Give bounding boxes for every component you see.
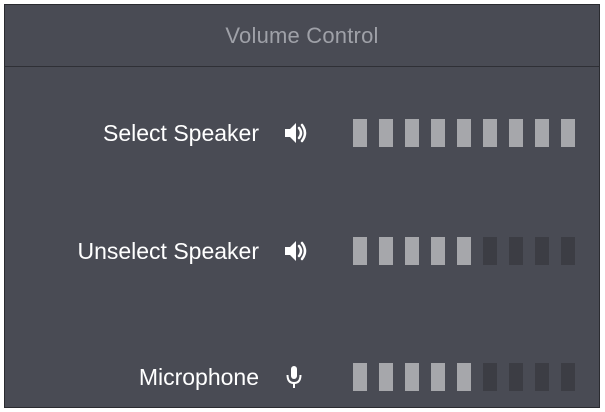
level-segment-filled[interactable] — [457, 363, 471, 391]
row-label: Select Speaker — [103, 120, 259, 146]
level-segment-filled[interactable] — [353, 119, 367, 147]
level-segment-filled[interactable] — [405, 237, 419, 265]
level-segment-empty[interactable] — [509, 237, 523, 265]
level-segment-filled[interactable] — [431, 119, 445, 147]
volume-level-slider[interactable] — [353, 363, 585, 391]
level-segment-filled[interactable] — [379, 119, 393, 147]
volume-row-microphone: Microphone — [5, 357, 599, 397]
volume-control-window: Volume Control Select Speaker Unselect S… — [4, 4, 600, 408]
level-segment-empty[interactable] — [535, 237, 549, 265]
level-segment-filled[interactable] — [405, 119, 419, 147]
speaker-icon[interactable] — [277, 119, 311, 147]
volume-row-unselect-speaker: Unselect Speaker — [5, 231, 599, 271]
volume-row-select-speaker: Select Speaker — [5, 113, 599, 153]
row-label: Unselect Speaker — [77, 238, 259, 264]
level-segment-filled[interactable] — [405, 363, 419, 391]
window-title: Volume Control — [225, 22, 379, 48]
level-segment-empty[interactable] — [561, 363, 575, 391]
level-segment-filled[interactable] — [483, 119, 497, 147]
level-segment-filled[interactable] — [431, 363, 445, 391]
level-segment-empty[interactable] — [535, 363, 549, 391]
level-segment-empty[interactable] — [561, 237, 575, 265]
window-header: Volume Control — [5, 5, 599, 67]
level-segment-filled[interactable] — [457, 119, 471, 147]
level-segment-empty[interactable] — [483, 237, 497, 265]
level-segment-filled[interactable] — [353, 237, 367, 265]
level-segment-empty[interactable] — [509, 363, 523, 391]
level-segment-empty[interactable] — [483, 363, 497, 391]
level-segment-filled[interactable] — [457, 237, 471, 265]
level-segment-filled[interactable] — [353, 363, 367, 391]
level-segment-filled[interactable] — [561, 119, 575, 147]
speaker-icon[interactable] — [277, 237, 311, 265]
level-segment-filled[interactable] — [431, 237, 445, 265]
row-label: Microphone — [138, 364, 259, 390]
level-segment-filled[interactable] — [379, 363, 393, 391]
level-segment-filled[interactable] — [509, 119, 523, 147]
volume-level-slider[interactable] — [353, 237, 585, 265]
microphone-icon[interactable] — [277, 363, 311, 391]
volume-level-slider[interactable] — [353, 119, 585, 147]
level-segment-filled[interactable] — [379, 237, 393, 265]
level-segment-filled[interactable] — [535, 119, 549, 147]
